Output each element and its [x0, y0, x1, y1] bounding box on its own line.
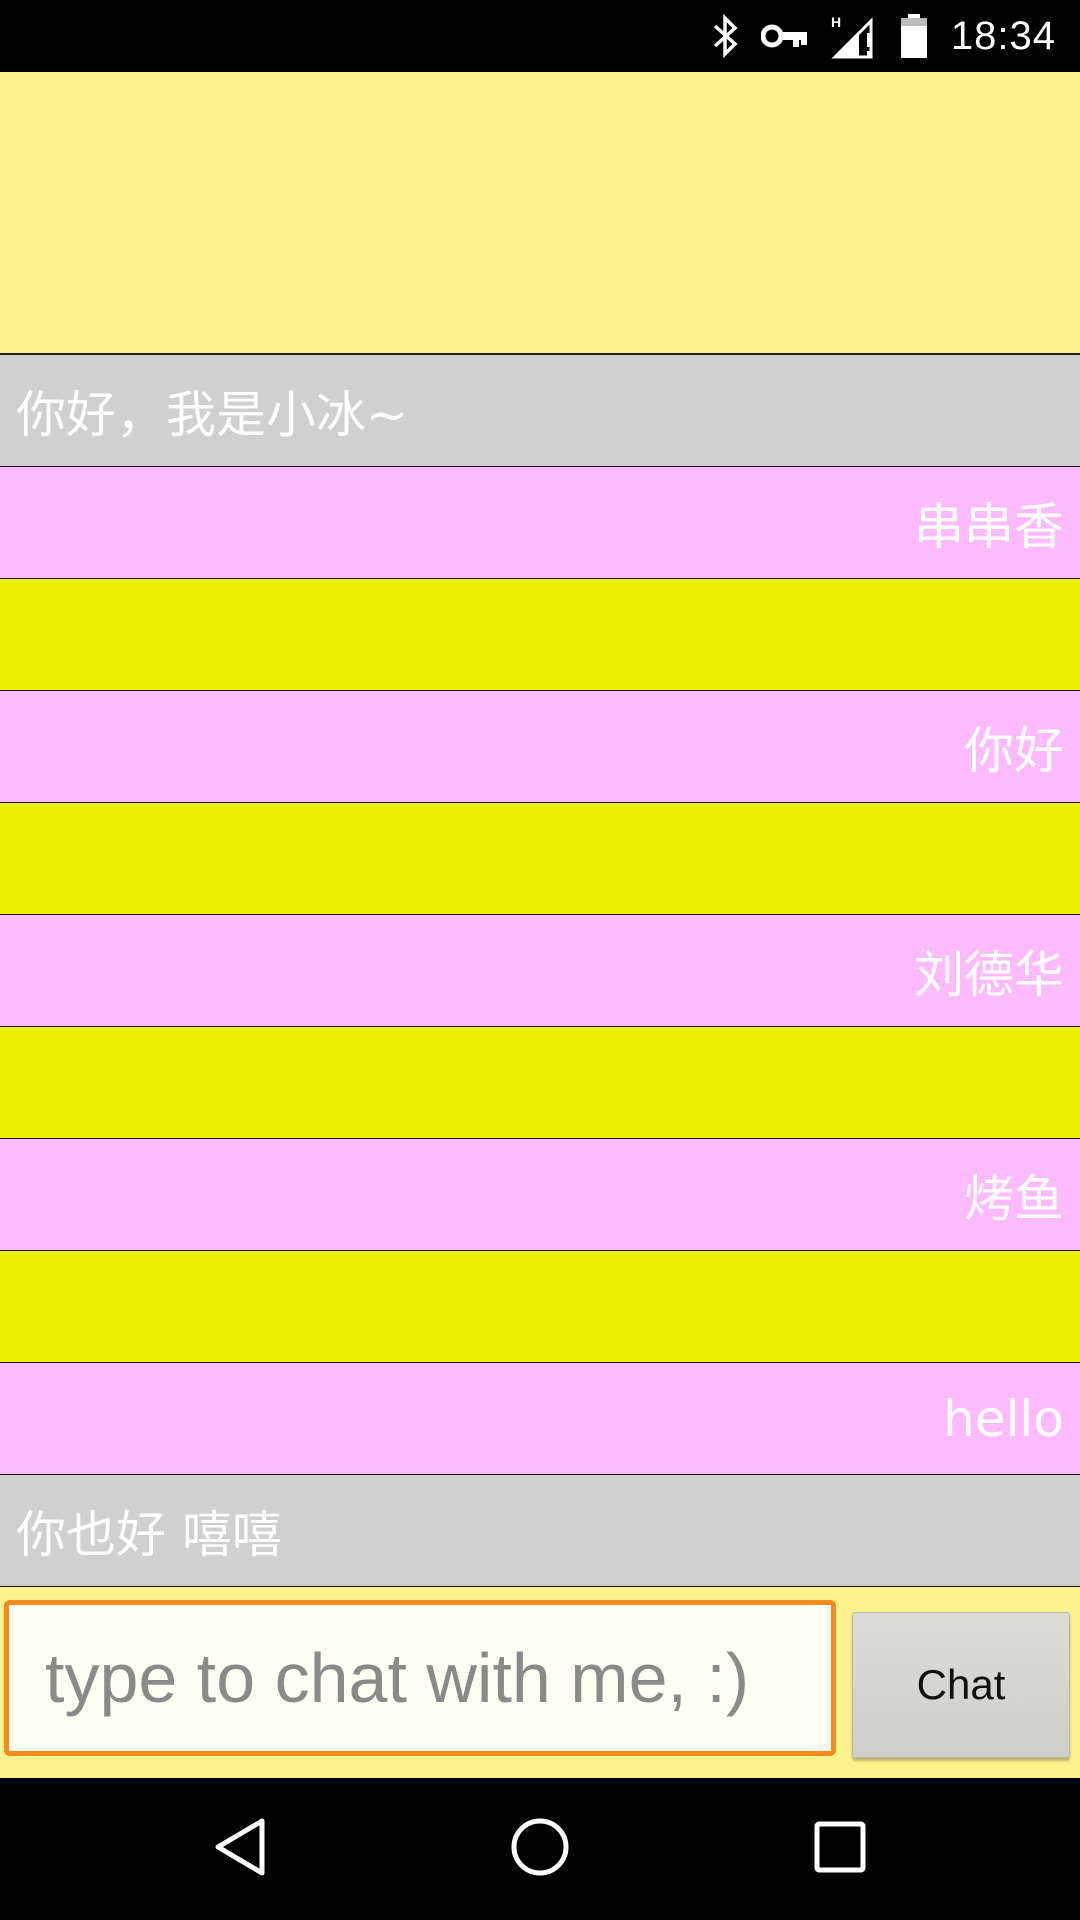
- message-text: hello: [943, 1389, 1064, 1448]
- home-button[interactable]: [450, 1778, 630, 1920]
- bot-message-row[interactable]: 你也好 嘻嘻: [0, 1475, 1080, 1587]
- home-icon: [510, 1817, 570, 1881]
- chat-message-list[interactable]: 你好，我是小冰~ 串串香你好刘德华烤鱼 hello 你也好 嘻嘻: [0, 355, 1080, 1587]
- chat-button-label: Chat: [916, 1661, 1006, 1708]
- user-message-row[interactable]: 烤鱼: [0, 1139, 1080, 1251]
- user-message-row[interactable]: 你好: [0, 691, 1080, 803]
- svg-text:H: H: [831, 14, 841, 30]
- chat-button[interactable]: Chat: [852, 1612, 1070, 1758]
- navigation-bar: [0, 1778, 1080, 1920]
- user-message-row[interactable]: 刘德华: [0, 915, 1080, 1027]
- empty-message-row[interactable]: [0, 1251, 1080, 1363]
- status-time: 18:34: [950, 13, 1056, 58]
- bot-message-row[interactable]: 你好，我是小冰~: [0, 355, 1080, 467]
- status-bar: H 18:34: [0, 0, 1080, 72]
- chat-input[interactable]: [4, 1600, 836, 1756]
- message-text: 烤鱼: [964, 1169, 1064, 1228]
- message-text: 你好，我是小冰~: [16, 385, 408, 444]
- user-message-row[interactable]: hello: [0, 1363, 1080, 1475]
- recents-button[interactable]: [750, 1778, 930, 1920]
- back-icon: [212, 1817, 268, 1881]
- user-message-row[interactable]: 串串香: [0, 467, 1080, 579]
- recents-icon: [814, 1821, 866, 1877]
- vpn-key-icon: [760, 21, 809, 51]
- bluetooth-icon: [711, 14, 739, 58]
- empty-message-row[interactable]: [0, 579, 1080, 691]
- input-bar: Chat: [0, 1596, 1080, 1778]
- signal-h-icon: H: [831, 13, 877, 59]
- message-text: 你也好 嘻嘻: [16, 1505, 282, 1564]
- back-button[interactable]: [150, 1778, 330, 1920]
- battery-icon: [899, 13, 929, 59]
- message-text: 你好: [964, 721, 1064, 780]
- message-text: 串串香: [914, 497, 1064, 556]
- message-text: 刘德华: [914, 945, 1064, 1004]
- header-area: [0, 72, 1080, 355]
- empty-message-row[interactable]: [0, 1027, 1080, 1139]
- empty-message-row[interactable]: [0, 803, 1080, 915]
